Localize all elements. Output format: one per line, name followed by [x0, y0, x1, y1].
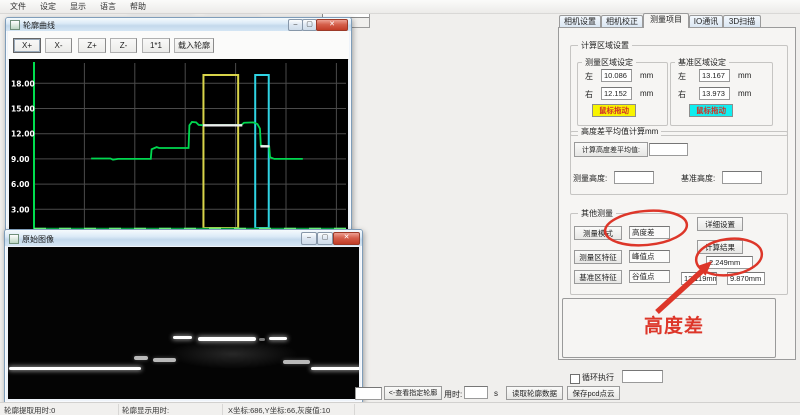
loop-interval-input[interactable] [622, 370, 663, 383]
height-avg-value[interactable] [649, 143, 688, 156]
profile-toolbar-button-3[interactable]: Z+ [78, 38, 106, 53]
menu-item-帮助[interactable]: 帮助 [123, 1, 153, 12]
calc-height-avg-button[interactable]: 计算高度差平均值: [574, 142, 648, 157]
window-icon [10, 20, 20, 30]
status-display-time: 轮廓显示用时: [122, 405, 169, 415]
svg-text:15.00: 15.00 [11, 105, 35, 114]
status-extract-time: 轮廓提取用时:0 [4, 405, 55, 415]
tab-3D扫描[interactable]: 3D扫描 [723, 15, 761, 27]
laser-line-left [9, 367, 141, 370]
application-window: 文件设定显示语言帮助 轮廓曲线 – ▢ ✕ X+ X- Z+ Z- 1*1 载入轮廓 18… [0, 0, 800, 415]
base-height-result: 9.870mm [727, 272, 765, 285]
base-right-input[interactable]: 13.973 [699, 87, 730, 100]
original-image-window: 原始图像 – ▢ ✕ [4, 229, 363, 403]
menu-item-设定[interactable]: 设定 [33, 1, 63, 12]
measure-drag-button[interactable]: 鼠标拖动 [592, 104, 636, 117]
laser-glow [168, 339, 298, 369]
base-left-label: 左 [678, 71, 686, 82]
measure-left-input[interactable]: 10.086 [601, 69, 632, 82]
group-calc-region-label: 计算区域设置 [578, 41, 632, 50]
measure-height-result: 12.119mm [681, 272, 717, 285]
measure-height-value [614, 171, 654, 184]
svg-text:6.00: 6.00 [11, 180, 30, 189]
menu-item-显示[interactable]: 显示 [63, 1, 93, 12]
svg-text:3.00: 3.00 [11, 205, 30, 214]
base-height-value [722, 171, 762, 184]
measure-height-label: 测量高度: [573, 173, 607, 184]
profile-toolbar-button-5[interactable]: 1*1 [142, 38, 170, 53]
measure-feature-button[interactable]: 测量区特征 [574, 250, 622, 264]
measure-mode-combo[interactable]: 高度差 [629, 226, 670, 239]
tab-测量项目[interactable]: 测量项目 [643, 13, 689, 28]
profile-chart: 18.00 15.00 12.00 9.00 6.00 3.00 [9, 59, 348, 234]
camera-image [8, 247, 359, 399]
profile-toolbar-button-2[interactable]: X- [45, 38, 72, 53]
read-profile-data-button[interactable]: 读取轮廓数据 [506, 386, 563, 400]
maximize-button[interactable]: ▢ [317, 232, 333, 245]
measure-right-input[interactable]: 12.152 [601, 87, 632, 100]
window-icon [9, 234, 19, 244]
tab-相机校正[interactable]: 相机校正 [601, 15, 643, 27]
results-box [562, 298, 776, 358]
base-drag-button[interactable]: 鼠标拖动 [689, 104, 733, 117]
svg-text:18.00: 18.00 [11, 79, 35, 88]
menu-item-语言[interactable]: 语言 [93, 1, 123, 12]
group-other-measure-label: 其他测量 [578, 209, 616, 218]
profile-curve-window: 轮廓曲线 – ▢ ✕ X+ X- Z+ Z- 1*1 载入轮廓 18.00 15.00 12.… [5, 17, 352, 239]
elapsed-time-input[interactable] [464, 386, 488, 399]
minimize-button[interactable]: – [288, 19, 303, 31]
detail-settings-button[interactable]: 详细设置 [697, 217, 743, 231]
maximize-button[interactable]: ▢ [302, 19, 317, 31]
measure-mode-button[interactable]: 测量模式 [574, 226, 622, 240]
status-cursor-info: X坐标:686,Y坐标:66,灰度值:10 [228, 405, 330, 415]
calc-result-value: 2.249mm [706, 256, 753, 269]
svg-text:12.00: 12.00 [11, 130, 35, 139]
elapsed-time-unit: s [494, 389, 498, 398]
base-left-input[interactable]: 13.167 [699, 69, 730, 82]
background-window-edge [350, 27, 370, 28]
profile-toolbar-button-1[interactable]: X+ [13, 38, 41, 53]
view-profile-button[interactable]: <-查看指定轮廓 [384, 386, 442, 400]
tab-IO通讯[interactable]: IO通讯 [689, 15, 723, 27]
group-height-avg-label: 高度差平均值计算mm [578, 127, 661, 136]
measure-right-label: 右 [585, 89, 593, 100]
profile-toolbar-button-4[interactable]: Z- [110, 38, 137, 53]
close-button[interactable]: ✕ [316, 19, 348, 31]
measure-left-unit: mm [640, 71, 653, 80]
loop-execute-label: 循环执行 [582, 372, 614, 383]
window-title: 轮廓曲线 [23, 20, 55, 31]
group-height-avg [570, 131, 788, 195]
loop-execute-checkbox[interactable] [570, 374, 580, 384]
profile-index-input[interactable] [355, 387, 382, 400]
laser-line-right [311, 367, 359, 370]
menu-bar: 文件设定显示语言帮助 [0, 0, 800, 14]
window-title: 原始图像 [22, 234, 54, 245]
laser-step-left [134, 356, 148, 360]
profile-window-titlebar[interactable]: 轮廓曲线 – ▢ ✕ [6, 18, 351, 31]
image-window-titlebar[interactable]: 原始图像 – ▢ ✕ [5, 230, 362, 246]
profile-toolbar: X+ X- Z+ Z- 1*1 载入轮廓 [8, 31, 349, 60]
minimize-button[interactable]: – [301, 232, 317, 245]
menu-item-文件[interactable]: 文件 [3, 1, 33, 12]
save-pcd-button[interactable]: 保存pcd点云 [567, 386, 620, 400]
measure-right-unit: mm [640, 89, 653, 98]
base-right-label: 右 [678, 89, 686, 100]
profile-toolbar-button-6[interactable]: 载入轮廓 [174, 38, 214, 53]
base-height-label: 基准高度: [681, 173, 715, 184]
measure-feature-combo[interactable]: 峰值点 [629, 250, 670, 263]
group-base-region-label: 基准区域设定 [675, 58, 729, 67]
close-button[interactable]: ✕ [333, 232, 360, 245]
svg-text:9.00: 9.00 [11, 155, 30, 164]
group-measure-region-label: 测量区域设定 [582, 58, 636, 67]
base-left-unit: mm [738, 71, 751, 80]
calc-result-button[interactable]: 计算结果 [697, 240, 743, 254]
measure-left-label: 左 [585, 71, 593, 82]
elapsed-time-label: 用时: [444, 389, 462, 400]
status-bar: 轮廓提取用时:0 轮廓显示用时: X坐标:686,Y坐标:66,灰度值:10 [0, 402, 800, 415]
base-right-unit: mm [738, 89, 751, 98]
tab-相机设置[interactable]: 相机设置 [559, 15, 601, 27]
base-feature-combo[interactable]: 谷值点 [629, 270, 670, 283]
base-feature-button[interactable]: 基准区特征 [574, 270, 622, 284]
